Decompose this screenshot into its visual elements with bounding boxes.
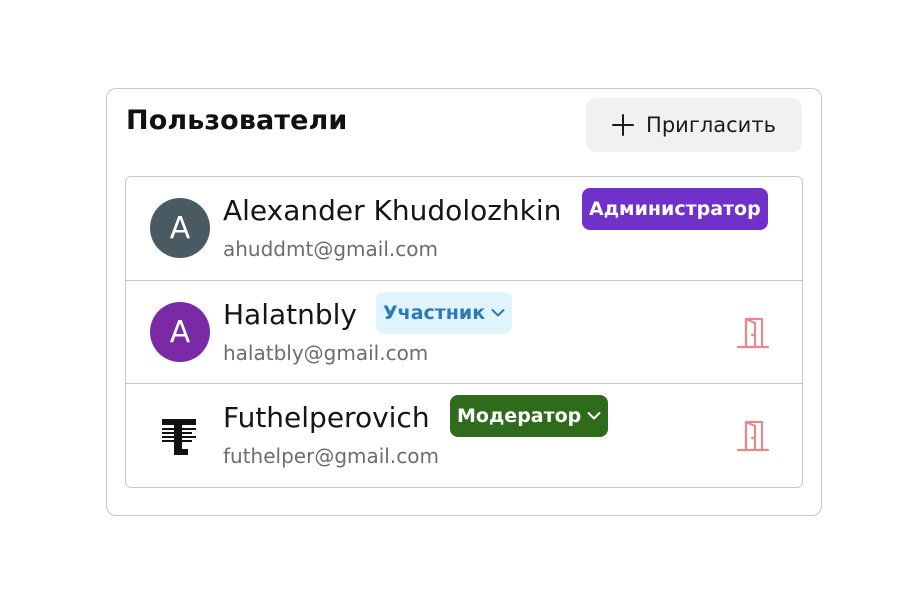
role-label: Модератор (457, 405, 582, 427)
card-title: Пользователи (126, 105, 348, 136)
user-list: A Alexander Khudolozhkin Администратор a… (125, 176, 803, 488)
user-name: Alexander Khudolozhkin (223, 194, 562, 227)
chevron-down-icon (587, 412, 601, 420)
brand-logo-icon (162, 419, 196, 455)
door-exit-icon[interactable] (736, 316, 770, 350)
users-card: Пользователи Пригласить A Alexander Khud… (106, 88, 822, 516)
plus-icon (612, 114, 635, 136)
avatar: A (150, 302, 210, 362)
role-label: Администратор (589, 198, 761, 220)
door-exit-icon[interactable] (736, 419, 770, 453)
role-dropdown[interactable]: Модератор (450, 395, 609, 437)
user-email: halatbly@gmail.com (223, 341, 429, 365)
role-label: Участник (383, 302, 486, 324)
invite-button-label: Пригласить (646, 113, 776, 137)
invite-button[interactable]: Пригласить (586, 98, 802, 152)
user-email: ahuddmt@gmail.com (223, 237, 438, 261)
user-name: Futhelperovich (223, 401, 430, 434)
user-email: futhelper@gmail.com (223, 444, 439, 468)
avatar: A (150, 198, 210, 258)
user-name: Halatnbly (223, 298, 357, 331)
role-dropdown[interactable]: Участник (376, 292, 513, 334)
chevron-down-icon (491, 309, 505, 317)
user-row: Futhelperovich Модератор futhelper@gmail… (126, 383, 802, 486)
user-row: A Halatnbly Участник halatbly@gmail.com (126, 280, 802, 383)
role-badge-admin: Администратор (582, 188, 768, 230)
user-row: A Alexander Khudolozhkin Администратор a… (126, 177, 802, 280)
